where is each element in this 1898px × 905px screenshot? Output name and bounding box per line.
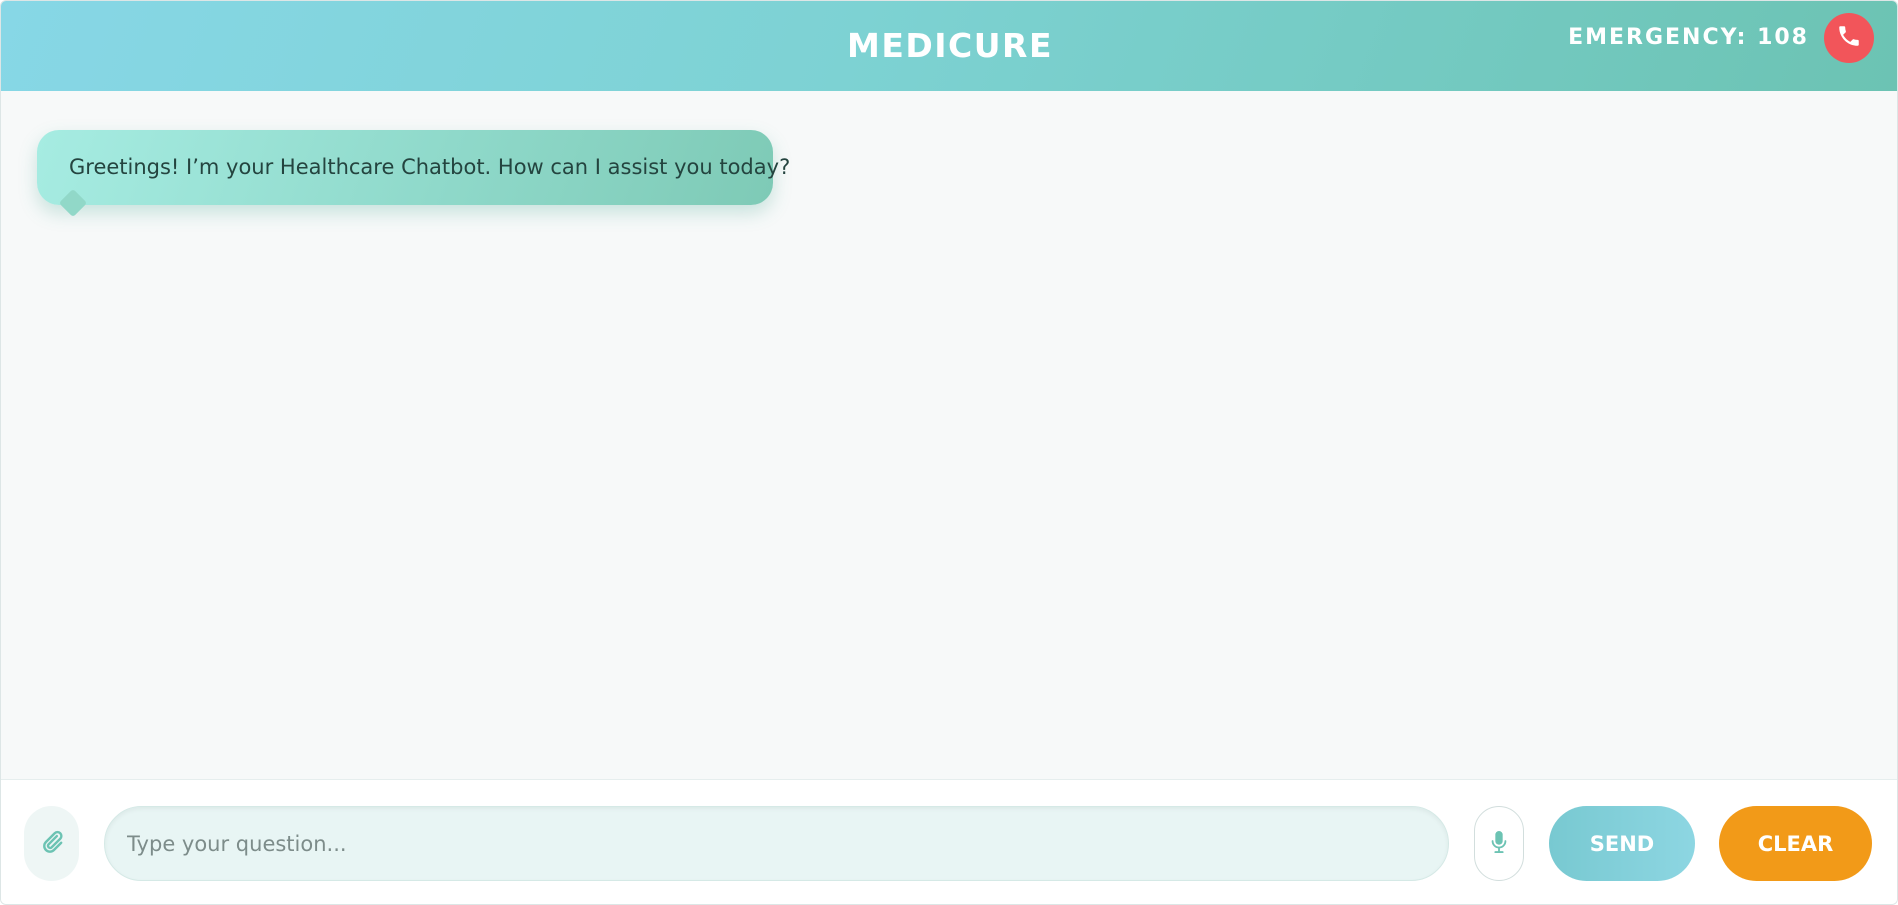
phone-icon xyxy=(1836,23,1862,53)
emergency-number: EMERGENCY: 108 xyxy=(1568,25,1809,50)
attach-file-button[interactable] xyxy=(24,806,79,881)
send-button[interactable]: SEND xyxy=(1549,806,1695,881)
message-composer: SEND CLEAR xyxy=(1,779,1897,904)
microphone-icon xyxy=(1488,828,1510,860)
clear-button[interactable]: CLEAR xyxy=(1719,806,1872,881)
bot-message-text: Greetings! I’m your Healthcare Chatbot. … xyxy=(69,155,791,179)
bot-message-bubble: Greetings! I’m your Healthcare Chatbot. … xyxy=(37,130,790,218)
chat-messages-area: Greetings! I’m your Healthcare Chatbot. … xyxy=(1,91,1897,779)
question-input-wrapper xyxy=(104,806,1449,881)
paperclip-icon xyxy=(39,829,65,859)
chat-app: MEDICURE EMERGENCY: 108 Greetings! I’m y… xyxy=(0,0,1898,905)
bubble-tail xyxy=(58,188,88,218)
emergency-call-button[interactable] xyxy=(1824,13,1874,63)
question-input[interactable] xyxy=(105,807,1448,880)
voice-input-button[interactable] xyxy=(1474,806,1524,881)
top-header: MEDICURE EMERGENCY: 108 xyxy=(1,1,1897,91)
